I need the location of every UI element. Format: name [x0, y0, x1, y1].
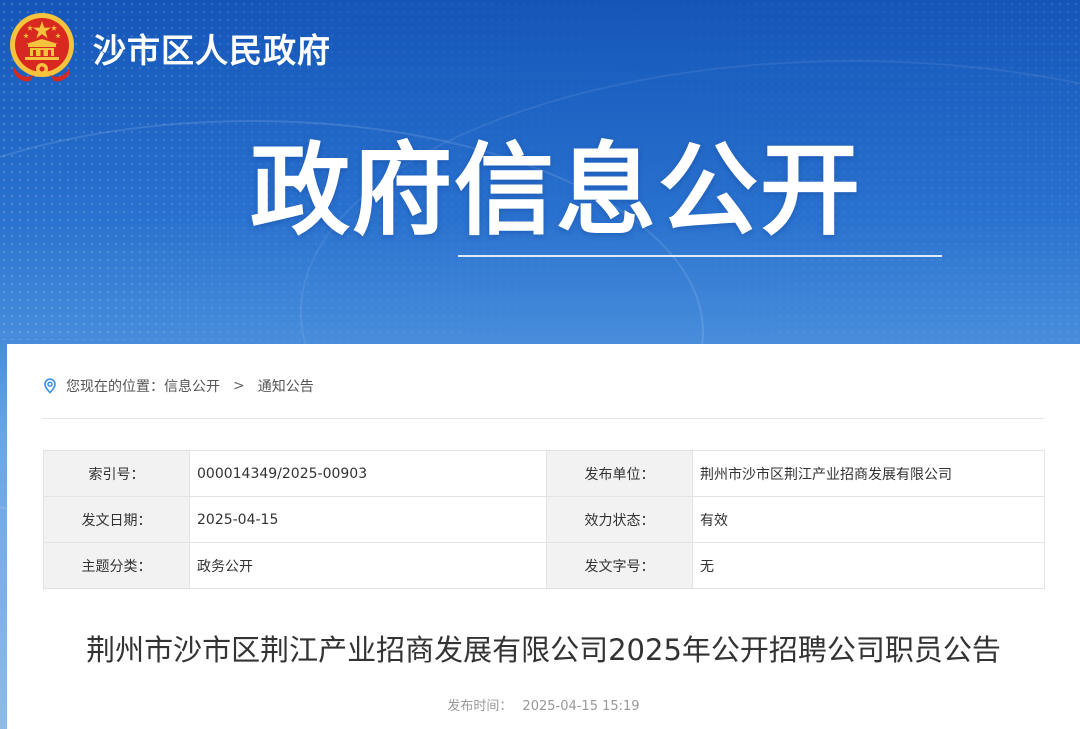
meta-value-topic-category: 政务公开 [189, 542, 547, 589]
document-meta-table: 索引号： 000014349/2025-00903 发布单位： 荆州市沙市区荆江… [43, 450, 1045, 589]
content-panel: 您现在的位置： 信息公开 > 通知公告 索引号： 000014349/2025-… [7, 344, 1080, 729]
meta-label-index-no: 索引号： [43, 450, 190, 497]
table-row: 主题分类： 政务公开 发文字号： 无 [43, 542, 1045, 589]
publish-time-value: 2025-04-15 15:19 [522, 699, 640, 714]
article-title: 荆州市沙市区荆江产业招商发展有限公司2025年公开招聘公司职员公告 [86, 633, 1001, 667]
hero-title: 政府信息公开 [250, 132, 862, 249]
meta-label-topic-category: 主题分类： [43, 542, 190, 589]
table-row: 索引号： 000014349/2025-00903 发布单位： 荆州市沙市区荆江… [43, 450, 1045, 497]
breadcrumb-separator: > [233, 378, 245, 394]
location-pin-icon [44, 378, 56, 394]
table-row: 发文日期： 2025-04-15 效力状态： 有效 [43, 496, 1045, 543]
hero-underline [458, 255, 942, 257]
meta-label-publisher: 发布单位： [546, 450, 693, 497]
site-name[interactable]: 沙市区人民政府 [93, 24, 331, 72]
breadcrumb-prefix: 您现在的位置： [66, 379, 164, 395]
meta-value-document-number: 无 [692, 542, 1045, 589]
meta-value-publisher: 荆州市沙市区荆江产业招商发展有限公司 [692, 450, 1045, 497]
national-emblem-icon[interactable] [8, 11, 76, 83]
meta-label-issue-date: 发文日期： [43, 496, 190, 543]
divider [42, 418, 1044, 419]
publish-time: 发布时间： 2025-04-15 15:19 [7, 695, 1080, 714]
meta-value-issue-date: 2025-04-15 [189, 496, 547, 543]
meta-label-document-number: 发文字号： [546, 542, 693, 589]
meta-value-validity-status: 有效 [692, 496, 1045, 543]
meta-value-index-no: 000014349/2025-00903 [189, 450, 547, 497]
publish-time-label: 发布时间： [447, 699, 513, 714]
breadcrumb-item-notices[interactable]: 通知公告 [258, 376, 314, 396]
breadcrumb-item-info-disclosure[interactable]: 信息公开 [164, 376, 220, 396]
breadcrumb: 您现在的位置： 信息公开 > 通知公告 [42, 376, 314, 396]
meta-label-validity-status: 效力状态： [546, 496, 693, 543]
